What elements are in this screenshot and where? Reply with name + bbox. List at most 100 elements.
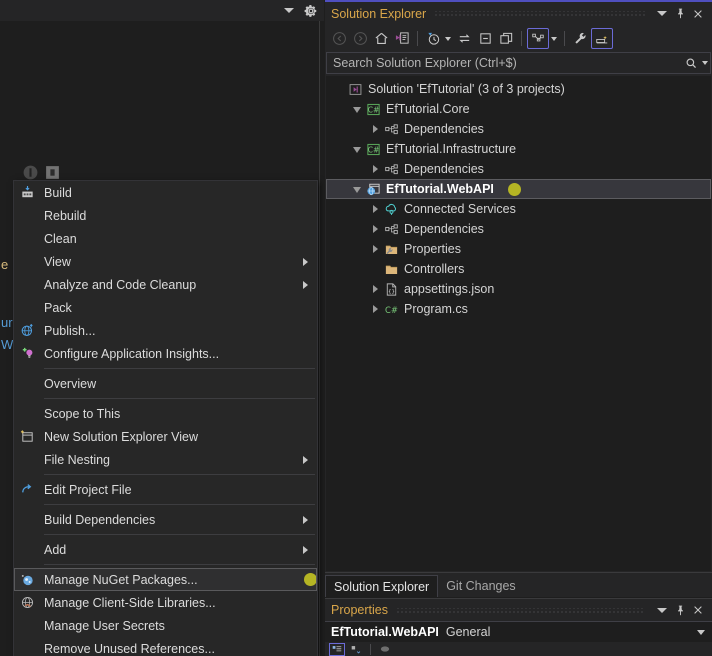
dropdown-caret-icon[interactable]	[284, 8, 294, 13]
tree-item[interactable]: Properties	[326, 239, 711, 259]
editor-ghost-text-2: ur	[1, 315, 13, 330]
tab-solution-explorer[interactable]: Solution Explorer	[325, 575, 439, 597]
context-menu-item[interactable]: Scope to This	[14, 402, 317, 425]
dropdown-caret-icon[interactable]	[653, 5, 671, 23]
clock-dropdown-caret[interactable]	[445, 36, 451, 41]
context-menu-item[interactable]: Clean	[14, 227, 317, 250]
tree-item[interactable]: Solution 'EfTutorial' (3 of 3 projects)	[326, 79, 711, 99]
menu-item-no-icon	[14, 637, 41, 656]
properties-drag-dots[interactable]	[395, 607, 645, 613]
context-menu-item[interactable]: New Solution Explorer View	[14, 425, 317, 448]
search-input[interactable]	[327, 56, 681, 70]
home-icon[interactable]	[371, 29, 391, 49]
alphabetical-icon[interactable]	[348, 643, 364, 656]
tree-item[interactable]: C# Program.cs	[326, 299, 711, 319]
panel-tab-strip[interactable]: Solution Explorer Git Changes	[325, 572, 712, 597]
chevron-right-icon[interactable]	[368, 245, 382, 253]
chevron-right-icon[interactable]	[368, 225, 382, 233]
pin-icon[interactable]	[671, 5, 689, 23]
chevron-down-icon[interactable]	[697, 629, 705, 635]
chevron-down-icon[interactable]	[350, 146, 364, 153]
titlebar-drag-dots[interactable]	[434, 11, 645, 16]
properties-object-name: EfTutorial.WebAPI	[331, 625, 439, 639]
search-icon[interactable]	[681, 57, 701, 70]
csharp-project-icon: C#	[364, 102, 383, 117]
tree-item-selected[interactable]: EfTutorial.WebAPI	[326, 179, 711, 199]
show-all-files-caret[interactable]	[551, 36, 557, 41]
properties-page-icon[interactable]	[377, 643, 393, 656]
categorized-icon[interactable]	[329, 642, 345, 656]
svg-text:C#: C#	[368, 145, 380, 154]
properties-object-selector[interactable]: EfTutorial.WebAPI General	[325, 621, 712, 642]
tree-item[interactable]: Controllers	[326, 259, 711, 279]
properties-wrench-icon[interactable]	[570, 29, 590, 49]
properties-toolbar[interactable]	[325, 642, 712, 656]
back-arrow-icon[interactable]	[329, 29, 349, 49]
context-menu-item-label: View	[44, 254, 71, 269]
context-menu-item[interactable]: Edit Project File	[14, 478, 317, 501]
context-menu-item[interactable]: Build Dependencies	[14, 508, 317, 531]
gear-icon[interactable]	[304, 4, 318, 18]
solution-explorer-toolbar[interactable]	[325, 26, 712, 51]
menu-item-no-icon	[14, 402, 41, 425]
preview-selected-items-icon[interactable]	[591, 28, 613, 49]
context-menu-item-label: Build Dependencies	[44, 512, 156, 527]
solution-view-icon[interactable]	[392, 29, 412, 49]
context-menu-item[interactable]: Analyze and Code Cleanup	[14, 273, 317, 296]
tree-item[interactable]: C# EfTutorial.Infrastructure	[326, 139, 711, 159]
context-menu-item[interactable]: File Nesting	[14, 448, 317, 471]
context-menu-item[interactable]: Add	[14, 538, 317, 561]
context-menu-item-label: Configure Application Insights...	[44, 346, 220, 361]
properties-folder-icon	[382, 242, 401, 257]
context-menu-item[interactable]: View	[14, 250, 317, 273]
search-solution-explorer-box[interactable]	[326, 52, 711, 74]
chevron-right-icon[interactable]	[368, 285, 382, 293]
solution-tree[interactable]: Solution 'EfTutorial' (3 of 3 projects) C…	[326, 76, 711, 571]
pin-icon[interactable]	[671, 601, 689, 619]
tree-item[interactable]: Connected Services	[326, 199, 711, 219]
chevron-right-icon[interactable]	[368, 305, 382, 313]
close-icon[interactable]	[689, 601, 707, 619]
context-menu-item[interactable]: Overview	[14, 372, 317, 395]
show-all-files-icon[interactable]	[527, 28, 549, 49]
context-menu-item-label: Remove Unused References...	[44, 641, 215, 656]
search-options-caret[interactable]	[702, 61, 708, 65]
chevron-down-icon[interactable]	[350, 186, 364, 193]
properties-panel-title: Properties	[331, 603, 388, 617]
tree-item-label: EfTutorial.WebAPI	[386, 182, 494, 196]
context-menu-item[interactable]: Remove Unused References...	[14, 637, 317, 656]
context-menu-item[interactable]: Pack	[14, 296, 317, 319]
chevron-right-icon[interactable]	[368, 165, 382, 173]
chevron-right-icon[interactable]	[368, 125, 382, 133]
context-menu-item-label: Publish...	[44, 323, 96, 338]
forward-arrow-icon[interactable]	[350, 29, 370, 49]
menu-item-no-icon	[14, 614, 41, 637]
context-menu-item[interactable]: Rebuild	[14, 204, 317, 227]
tree-item[interactable]: Dependencies	[326, 119, 711, 139]
context-menu-item-label: Overview	[44, 376, 97, 391]
context-menu-item[interactable]: Build	[14, 181, 317, 204]
close-icon[interactable]	[689, 5, 707, 23]
dropdown-caret-icon[interactable]	[653, 601, 671, 619]
context-menu-item-label: Add	[44, 542, 67, 557]
new-window-icon[interactable]	[496, 29, 516, 49]
pending-changes-clock-icon[interactable]	[423, 29, 443, 49]
context-menu-item[interactable]: Manage User Secrets	[14, 614, 317, 637]
tree-item[interactable]: Dependencies	[326, 159, 711, 179]
chevron-right-icon[interactable]	[368, 205, 382, 213]
properties-category: General	[445, 625, 491, 639]
context-menu-item[interactable]: Manage Client-Side Libraries...	[14, 591, 317, 614]
tree-item-label: appsettings.json	[404, 282, 495, 296]
tree-item[interactable]: Dependencies	[326, 219, 711, 239]
cursor-position-marker	[304, 573, 317, 586]
tree-item[interactable]: C# EfTutorial.Core	[326, 99, 711, 119]
project-context-menu[interactable]: Build Rebuild Clean View Analyze and Code Cl…	[13, 180, 318, 656]
collapse-all-icon[interactable]	[475, 29, 495, 49]
sync-with-active-document-icon[interactable]	[454, 29, 474, 49]
context-menu-item[interactable]: Manage NuGet Packages...	[14, 568, 317, 591]
context-menu-item[interactable]: Configure Application Insights...	[14, 342, 317, 365]
tree-item[interactable]: {} appsettings.json	[326, 279, 711, 299]
tab-git-changes[interactable]: Git Changes	[438, 575, 523, 597]
chevron-down-icon[interactable]	[350, 106, 364, 113]
context-menu-item[interactable]: Publish...	[14, 319, 317, 342]
